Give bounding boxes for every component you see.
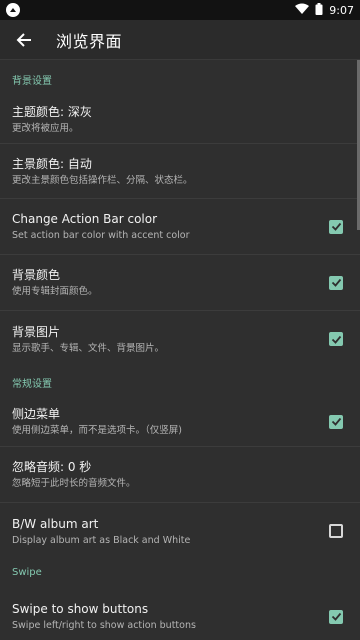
pref-theme-color[interactable]: 主题颜色: 深灰 更改将被应用。: [0, 96, 360, 144]
battery-icon: [315, 2, 323, 18]
pref-text: 侧边菜单 使用侧边菜单，而不是选项卡。（仅竖屏): [12, 406, 329, 437]
pref-text: B/W album art Display album art as Black…: [12, 516, 329, 547]
status-left: [6, 3, 20, 17]
checkbox-side-menu[interactable]: [329, 414, 343, 429]
pref-title: B/W album art: [12, 516, 99, 531]
pref-summary: Swipe left/right to show action buttons: [12, 620, 196, 631]
pref-text: 背景颜色 使用专辑封面颜色。: [12, 267, 329, 298]
checkbox-background-color[interactable]: [329, 275, 343, 290]
wifi-icon: [295, 3, 310, 17]
pref-text: Change Action Bar color Set action bar c…: [12, 211, 329, 242]
status-bar: 9:07: [0, 0, 360, 20]
status-right: 9:07: [295, 2, 354, 18]
checkbox-background-image[interactable]: [329, 332, 343, 346]
check-icon: [331, 278, 341, 287]
checkbox-action-bar-color[interactable]: [329, 219, 343, 234]
check-icon: [331, 335, 341, 344]
section-header-background: 背景设置: [12, 76, 52, 87]
pref-summary: 使用侧边菜单，而不是选项卡。（仅竖屏): [12, 425, 182, 436]
pref-title: Change Action Bar color: [12, 212, 158, 226]
pref-bw-album-art[interactable]: B/W album art Display album art as Black…: [0, 503, 360, 559]
pref-title: Swipe to show buttons: [12, 602, 149, 616]
check-icon: [331, 612, 341, 621]
check-icon: [331, 222, 341, 231]
pref-summary: 更改主景颜色包括操作栏、分隔、状态栏。: [12, 174, 193, 186]
checkbox-bw-album-art[interactable]: [329, 524, 343, 538]
page-title: 浏览界面: [56, 31, 123, 51]
pref-title: 主景颜色: 自动: [12, 156, 92, 171]
settings-list[interactable]: 背景设置 主题颜色: 深灰 更改将被应用。 主景颜色: 自动 更改主景颜色包括操…: [0, 60, 360, 640]
pref-action-bar-color[interactable]: Change Action Bar color Set action bar c…: [0, 199, 360, 255]
pref-summary: 更改将被应用。: [12, 123, 79, 134]
pref-summary: 显示歌手、专辑、文件、背景图片。: [12, 342, 165, 354]
app-bar: 浏览界面: [0, 20, 360, 60]
app-icon: [6, 3, 20, 17]
pref-title: 侧边菜单: [12, 407, 61, 421]
pref-summary: Display album art as Black and White: [12, 534, 191, 546]
pref-summary: 忽略短于此时长的音频文件。: [12, 478, 136, 489]
pref-side-menu[interactable]: 侧边菜单 使用侧边菜单，而不是选项卡。（仅竖屏): [0, 397, 360, 447]
pref-text: 主题颜色: 深灰 更改将被应用。: [12, 104, 348, 135]
back-button[interactable]: [12, 28, 36, 52]
checkbox-swipe-buttons[interactable]: [329, 609, 343, 624]
pref-text: Swipe to show buttons Swipe left/right t…: [12, 601, 329, 632]
pref-background-image[interactable]: 背景图片 显示歌手、专辑、文件、背景图片。: [0, 311, 360, 367]
section-header-general: 常规设置: [12, 379, 52, 390]
pref-summary: Set action bar color with accent color: [12, 230, 190, 241]
pref-text: 背景图片 显示歌手、专辑、文件、背景图片。: [12, 324, 329, 355]
pref-swipe-buttons[interactable]: Swipe to show buttons Swipe left/right t…: [0, 589, 360, 640]
status-time: 9:07: [329, 3, 354, 17]
pref-title: 背景图片: [12, 324, 61, 339]
pref-summary: 使用专辑封面颜色。: [12, 286, 98, 297]
pref-text: 忽略音频: 0 秒 忽略短于此时长的音频文件。: [12, 459, 348, 490]
pref-background-color[interactable]: 背景颜色 使用专辑封面颜色。: [0, 255, 360, 311]
check-icon: [331, 417, 341, 426]
arrow-left-icon: [16, 32, 31, 47]
pref-title: 背景颜色: [12, 268, 61, 282]
pref-text: 主景颜色: 自动 更改主景颜色包括操作栏、分隔、状态栏。: [12, 156, 348, 187]
pref-title: 主题颜色: 深灰: [12, 105, 92, 119]
section-header-swipe: Swipe: [12, 567, 42, 578]
pref-title: 忽略音频: 0 秒: [12, 460, 92, 474]
pref-accent-color[interactable]: 主景颜色: 自动 更改主景颜色包括操作栏、分隔、状态栏。: [0, 144, 360, 199]
pref-ignore-audio[interactable]: 忽略音频: 0 秒 忽略短于此时长的音频文件。: [0, 447, 360, 503]
